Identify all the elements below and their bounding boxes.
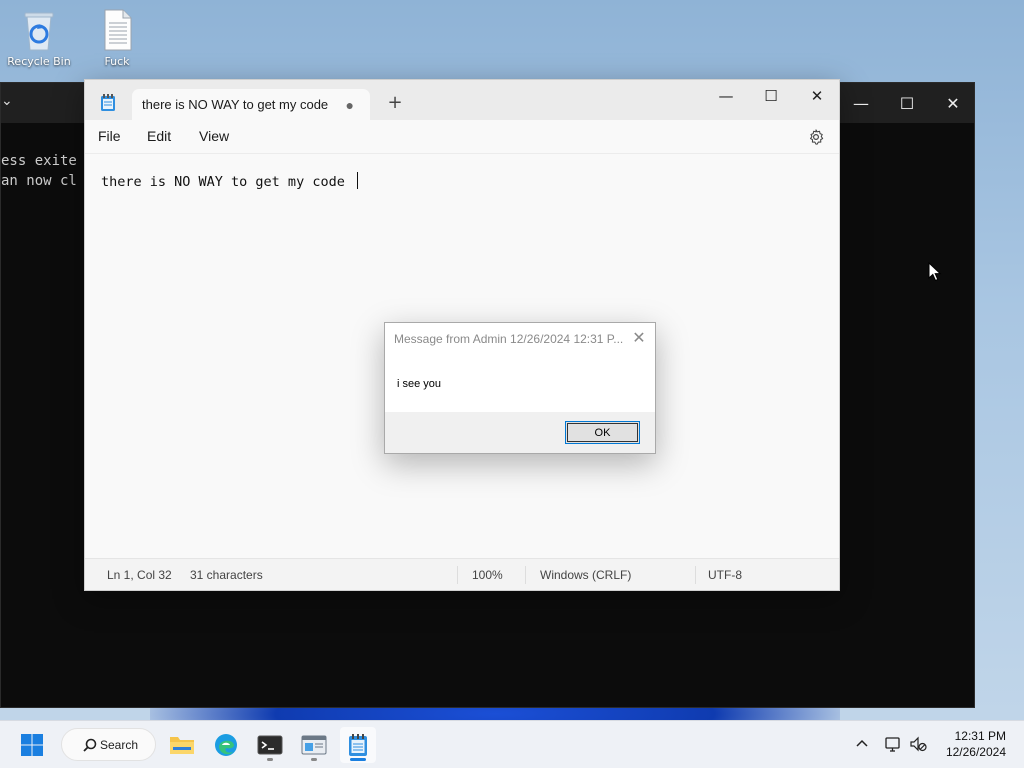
maximize-button[interactable]: ☐ [748,80,794,112]
unsaved-indicator-icon[interactable]: ● [346,97,354,113]
dialog-message-text: i see you [397,378,442,390]
app-window-icon [301,735,327,755]
chevron-up-icon[interactable] [853,735,871,753]
clock-time: 12:31 PM [954,729,1006,743]
settings-gear-icon[interactable] [807,128,825,146]
notepad-titlebar[interactable]: there is NO WAY to get my code ● + — ☐ ✕ [85,80,839,120]
status-line-endings[interactable]: Windows (CRLF) [540,568,631,582]
desktop-icon-recycle-bin[interactable]: Recycle Bin [4,8,74,68]
folder-icon [170,737,194,754]
dialog-message: i see you [385,354,655,412]
status-zoom[interactable]: 100% [472,568,503,582]
recycle-bin-icon [24,12,54,51]
terminal-line: ess exite [1,153,77,169]
running-indicator [311,758,317,761]
text-caret [356,172,358,189]
message-dialog[interactable]: Message from Admin 12/26/2024 12:31 P...… [384,322,656,454]
terminal-icon [257,735,283,755]
editor-content[interactable]: there is NO WAY to get my code [101,172,358,190]
menu-bar: File Edit View [85,120,839,154]
menu-file[interactable]: File [98,128,121,144]
search-label: Search [100,737,139,752]
terminal-output: ess exite an now cl [1,151,77,191]
editor-text: there is NO WAY to get my code [101,174,353,190]
search-icon [83,738,97,752]
ok-button[interactable]: OK [565,421,640,444]
chevron-down-icon[interactable]: ⌄ [1,93,13,109]
tab-document[interactable]: there is NO WAY to get my code ● [132,89,370,120]
terminal-line: an now cl [1,173,77,189]
mouse-pointer-icon [928,262,942,282]
start-button[interactable] [14,727,50,763]
menu-view[interactable]: View [199,128,229,144]
terminal-minimize-button[interactable]: — [838,83,884,123]
notepad-icon [349,734,367,756]
network-icon[interactable] [884,735,902,753]
running-indicator [267,758,273,761]
dialog-title: Message from Admin 12/26/2024 12:31 P... [385,323,655,354]
taskbar-terminal[interactable] [252,727,288,763]
status-divider [457,566,458,584]
taskbar-notepad[interactable] [340,727,376,763]
status-bar: Ln 1, Col 32 31 characters 100% Windows … [85,558,839,590]
status-divider [525,566,526,584]
desktop-icon-file[interactable]: Fuck [82,8,152,68]
text-file-icon [104,9,132,51]
taskbar-clock[interactable]: 12:31 PM 12/26/2024 [946,728,1006,760]
notepad-app-icon [101,94,115,111]
close-button[interactable]: ✕ [794,80,840,112]
volume-muted-icon[interactable] [909,735,927,753]
taskbar-search[interactable]: Search [61,728,156,761]
status-divider [695,566,696,584]
dialog-close-button[interactable]: ✕ [629,328,649,348]
status-cursor-position: Ln 1, Col 32 [107,568,172,582]
terminal-close-button[interactable]: ✕ [930,83,976,123]
taskbar-edge[interactable] [208,727,244,763]
taskbar-app[interactable] [296,727,332,763]
status-character-count: 31 characters [190,568,263,582]
windows-logo-icon [21,734,43,756]
menu-edit[interactable]: Edit [147,128,171,144]
minimize-button[interactable]: — [703,80,749,112]
new-tab-button[interactable]: + [383,92,407,116]
desktop-icon-label: Recycle Bin [7,55,71,68]
desktop-icon-label: Fuck [104,55,130,68]
active-indicator [350,758,366,761]
terminal-maximize-button[interactable]: ☐ [884,83,930,123]
taskbar-file-explorer[interactable] [164,727,200,763]
taskbar: Search 12:31 PM 12/26/2024 [0,720,1024,768]
tab-title: there is NO WAY to get my code [142,97,329,112]
clock-date: 12/26/2024 [945,745,1006,759]
edge-browser-icon [215,734,237,756]
status-encoding[interactable]: UTF-8 [708,568,742,582]
